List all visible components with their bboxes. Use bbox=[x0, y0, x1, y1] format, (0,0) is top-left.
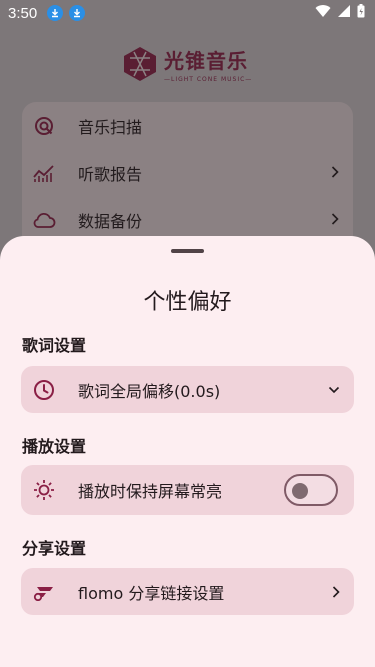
flomo-share-label: flomo 分享链接设置 bbox=[78, 583, 225, 603]
brightness-icon bbox=[32, 478, 56, 502]
preferences-bottom-sheet: 个性偏好 歌词设置 歌词全局偏移(0.0s) 播放设置 播放时保持屏幕常亮 分享… bbox=[0, 236, 375, 667]
logo-subtitle: —LIGHT CONE MUSIC— bbox=[164, 76, 253, 83]
section-label-playback: 播放设置 bbox=[22, 437, 87, 456]
download-icon bbox=[69, 5, 86, 21]
drag-handle[interactable] bbox=[171, 249, 204, 253]
menu-item-label: 音乐扫描 bbox=[78, 117, 143, 137]
keep-screen-on-toggle[interactable] bbox=[284, 474, 338, 506]
flomo-share-settings-row[interactable]: flomo 分享链接设置 bbox=[21, 568, 354, 615]
menu-item-label: 数据备份 bbox=[78, 211, 143, 231]
menu-item-music-scan: 音乐扫描 bbox=[22, 102, 353, 149]
keep-screen-on-label: 播放时保持屏幕常亮 bbox=[78, 482, 223, 501]
clock-icon bbox=[32, 378, 56, 402]
lyrics-offset-label: 歌词全局偏移(0.0s) bbox=[78, 381, 221, 401]
chevron-right-icon bbox=[331, 210, 339, 229]
menu-item-listening-report: 听歌报告 bbox=[22, 149, 353, 196]
chart-icon bbox=[32, 161, 56, 185]
status-time: 3:50 bbox=[8, 4, 38, 22]
section-label-share: 分享设置 bbox=[22, 539, 87, 558]
cloud-icon bbox=[32, 208, 56, 232]
wifi-icon bbox=[315, 4, 331, 22]
sheet-title: 个性偏好 bbox=[143, 290, 232, 315]
keep-screen-on-row[interactable]: 播放时保持屏幕常亮 bbox=[21, 465, 354, 515]
app-logo: 光锥音乐 —LIGHT CONE MUSIC— bbox=[122, 44, 262, 84]
logo-title: 光锥音乐 bbox=[164, 49, 248, 73]
scan-icon bbox=[32, 114, 56, 138]
download-icon bbox=[47, 5, 64, 21]
flomo-icon bbox=[32, 580, 56, 604]
battery-icon bbox=[357, 4, 365, 22]
toggle-knob bbox=[292, 483, 308, 499]
chevron-right-icon bbox=[331, 163, 339, 182]
signal-icon bbox=[337, 4, 351, 22]
lyrics-offset-dropdown[interactable]: 歌词全局偏移(0.0s) bbox=[21, 366, 354, 413]
chevron-right-icon bbox=[332, 585, 340, 598]
logo-icon bbox=[124, 47, 156, 81]
menu-item-label: 听歌报告 bbox=[78, 164, 143, 184]
chevron-down-icon bbox=[328, 386, 340, 394]
section-label-lyrics: 歌词设置 bbox=[22, 336, 87, 355]
status-bar: 3:50 bbox=[0, 0, 375, 26]
